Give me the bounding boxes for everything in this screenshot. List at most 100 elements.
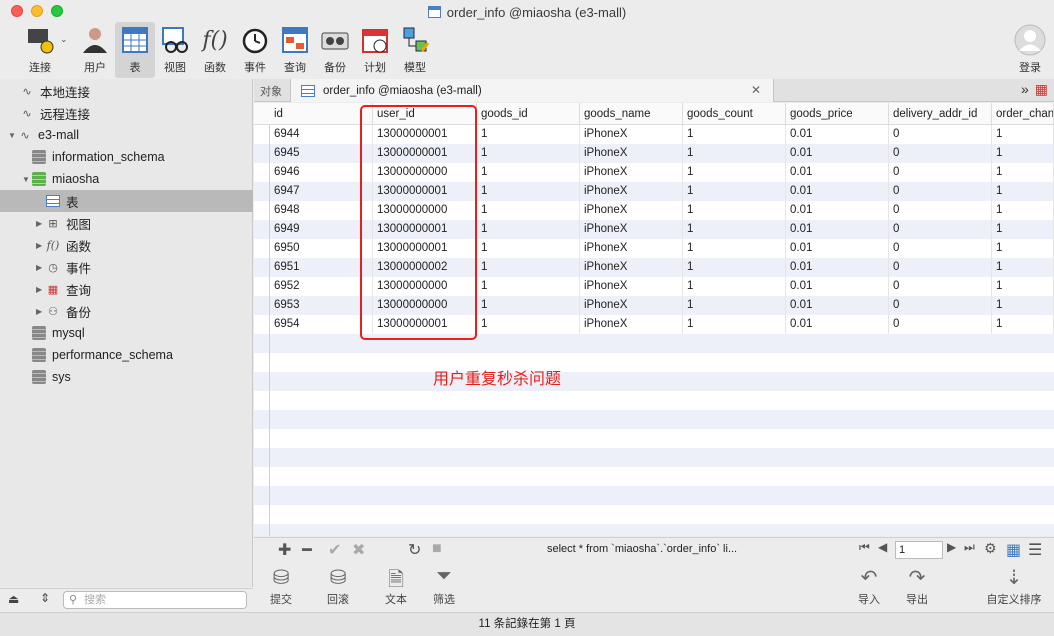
commit-button[interactable]: ⛁ 提交 bbox=[256, 565, 306, 607]
table-cell[interactable]: 1 bbox=[477, 201, 580, 220]
table-cell[interactable]: iPhoneX bbox=[580, 258, 683, 277]
table-cell[interactable]: iPhoneX bbox=[580, 163, 683, 182]
disclosure-closed-icon[interactable]: ▶ bbox=[36, 263, 46, 272]
table-cell[interactable]: 1 bbox=[992, 144, 1054, 163]
table-cell[interactable]: 6952 bbox=[270, 277, 373, 296]
table-cell[interactable]: 1 bbox=[477, 182, 580, 201]
toolbar-model-button[interactable]: 模型 bbox=[395, 22, 435, 78]
disclosure-closed-icon[interactable]: ▶ bbox=[36, 307, 46, 316]
table-cell[interactable]: 1 bbox=[683, 144, 786, 163]
text-button[interactable]: 🗎 文本 bbox=[371, 565, 421, 607]
refresh-icon[interactable]: ↻ bbox=[408, 540, 421, 560]
column-header[interactable]: goods_count bbox=[683, 103, 786, 125]
sidebar-item-mysql[interactable]: mysql bbox=[0, 322, 253, 344]
table-cell[interactable]: 1 bbox=[992, 163, 1054, 182]
discard-icon[interactable]: ✖ bbox=[352, 540, 365, 560]
table-cell[interactable]: 6947 bbox=[270, 182, 373, 201]
close-icon[interactable]: ✕ bbox=[751, 83, 761, 97]
table-cell[interactable]: 1 bbox=[683, 296, 786, 315]
table-cell[interactable]: 6953 bbox=[270, 296, 373, 315]
stop-icon[interactable]: ■ bbox=[432, 540, 442, 558]
sidebar-item-backups[interactable]: ▶ ⚇ 备份 bbox=[0, 300, 253, 322]
column-header[interactable]: goods_name bbox=[580, 103, 683, 125]
table-cell[interactable]: iPhoneX bbox=[580, 239, 683, 258]
table-cell[interactable]: 1 bbox=[992, 258, 1054, 277]
first-page-icon[interactable]: ⏮ bbox=[859, 540, 870, 555]
table-cell[interactable]: 1 bbox=[477, 258, 580, 277]
add-record-icon[interactable]: ✚ bbox=[278, 540, 291, 560]
table-cell[interactable]: 1 bbox=[477, 144, 580, 163]
toolbar-backup-button[interactable]: 备份 bbox=[315, 22, 355, 78]
table-cell[interactable]: 1 bbox=[683, 201, 786, 220]
table-cell[interactable]: 0 bbox=[889, 315, 992, 334]
table-cell[interactable]: 6944 bbox=[270, 125, 373, 144]
table-cell[interactable]: iPhoneX bbox=[580, 277, 683, 296]
toolbar-query-button[interactable]: 查询 bbox=[275, 22, 315, 78]
close-window-button[interactable] bbox=[11, 5, 23, 17]
chevron-down-icon[interactable]: ⌄ bbox=[60, 34, 68, 45]
toolbar-function-button[interactable]: f() 函数 bbox=[195, 22, 235, 78]
export-button[interactable]: ↷ 导出 bbox=[892, 565, 942, 607]
table-cell[interactable]: 1 bbox=[683, 220, 786, 239]
table-cell[interactable]: 1 bbox=[477, 239, 580, 258]
table-cell[interactable]: 0 bbox=[889, 163, 992, 182]
sidebar-item-queries[interactable]: ▶ ▦ 查询 bbox=[0, 278, 253, 300]
table-cell[interactable]: 1 bbox=[992, 315, 1054, 334]
table-cell[interactable]: 0.01 bbox=[786, 239, 889, 258]
table-cell[interactable]: 1 bbox=[992, 201, 1054, 220]
column-header[interactable]: goods_price bbox=[786, 103, 889, 125]
disclosure-open-icon[interactable]: ▼ bbox=[22, 175, 32, 184]
overflow-chevron-icon[interactable]: » bbox=[1021, 81, 1029, 98]
search-input[interactable]: 搜索 bbox=[63, 591, 247, 609]
table-cell[interactable]: 6945 bbox=[270, 144, 373, 163]
sidebar-item-information-schema[interactable]: information_schema bbox=[0, 146, 253, 168]
table-cell[interactable]: 1 bbox=[477, 296, 580, 315]
table-cell[interactable]: 0.01 bbox=[786, 144, 889, 163]
table-cell[interactable]: 1 bbox=[992, 277, 1054, 296]
table-cell[interactable]: 1 bbox=[477, 277, 580, 296]
table-cell[interactable]: iPhoneX bbox=[580, 296, 683, 315]
table-cell[interactable]: 6950 bbox=[270, 239, 373, 258]
table-cell[interactable]: iPhoneX bbox=[580, 125, 683, 144]
table-cell[interactable]: 0 bbox=[889, 125, 992, 144]
table-cell[interactable]: 0.01 bbox=[786, 163, 889, 182]
sidebar-item-functions[interactable]: ▶ f() 函数 bbox=[0, 234, 253, 256]
new-query-icon[interactable]: ▦ bbox=[1035, 81, 1048, 98]
sort-stepper-icon[interactable]: ⇕ bbox=[40, 591, 50, 605]
toolbar-schedule-button[interactable]: 计划 bbox=[355, 22, 395, 78]
table-cell[interactable]: 0.01 bbox=[786, 315, 889, 334]
rollback-button[interactable]: ⛁ 回滚 bbox=[313, 565, 363, 607]
table-cell[interactable]: 0 bbox=[889, 296, 992, 315]
last-page-icon[interactable]: ⏭ bbox=[964, 540, 975, 555]
sidebar-item-views[interactable]: ▶ ⊞ 视图 bbox=[0, 212, 253, 234]
filter-button[interactable]: ⏷ 筛选 bbox=[419, 565, 469, 607]
table-cell[interactable]: iPhoneX bbox=[580, 144, 683, 163]
table-cell[interactable]: 6946 bbox=[270, 163, 373, 182]
toolbar-user-button[interactable]: 用户 bbox=[75, 22, 115, 78]
table-cell[interactable]: 0.01 bbox=[786, 201, 889, 220]
gear-icon[interactable]: ⚙ bbox=[984, 540, 997, 557]
table-cell[interactable]: 0 bbox=[889, 144, 992, 163]
table-cell[interactable]: 0 bbox=[889, 277, 992, 296]
table-cell[interactable]: 1 bbox=[992, 296, 1054, 315]
tab-order-info[interactable]: order_info @miaosha (e3-mall) ✕ bbox=[290, 79, 774, 102]
table-cell[interactable]: 0 bbox=[889, 182, 992, 201]
table-cell[interactable]: 6954 bbox=[270, 315, 373, 334]
table-cell[interactable]: 1 bbox=[683, 163, 786, 182]
apply-icon[interactable]: ✔ bbox=[328, 540, 341, 560]
column-header[interactable]: order_chan bbox=[992, 103, 1054, 125]
column-header[interactable]: delivery_addr_id bbox=[889, 103, 992, 125]
table-cell[interactable]: 1 bbox=[683, 277, 786, 296]
sidebar-item-performance-schema[interactable]: performance_schema bbox=[0, 344, 253, 366]
column-header[interactable]: id bbox=[270, 103, 373, 125]
table-cell[interactable]: 0 bbox=[889, 258, 992, 277]
table-cell[interactable]: 6948 bbox=[270, 201, 373, 220]
zoom-window-button[interactable] bbox=[51, 5, 63, 17]
table-cell[interactable]: 1 bbox=[683, 125, 786, 144]
delete-record-icon[interactable]: ━ bbox=[302, 540, 312, 560]
form-view-icon[interactable]: ☰ bbox=[1028, 540, 1042, 560]
toolbar-view-button[interactable]: 视图 bbox=[155, 22, 195, 78]
table-cell[interactable]: 1 bbox=[683, 315, 786, 334]
table-cell[interactable]: 0.01 bbox=[786, 182, 889, 201]
grid-view-icon[interactable]: ▦ bbox=[1006, 540, 1021, 560]
